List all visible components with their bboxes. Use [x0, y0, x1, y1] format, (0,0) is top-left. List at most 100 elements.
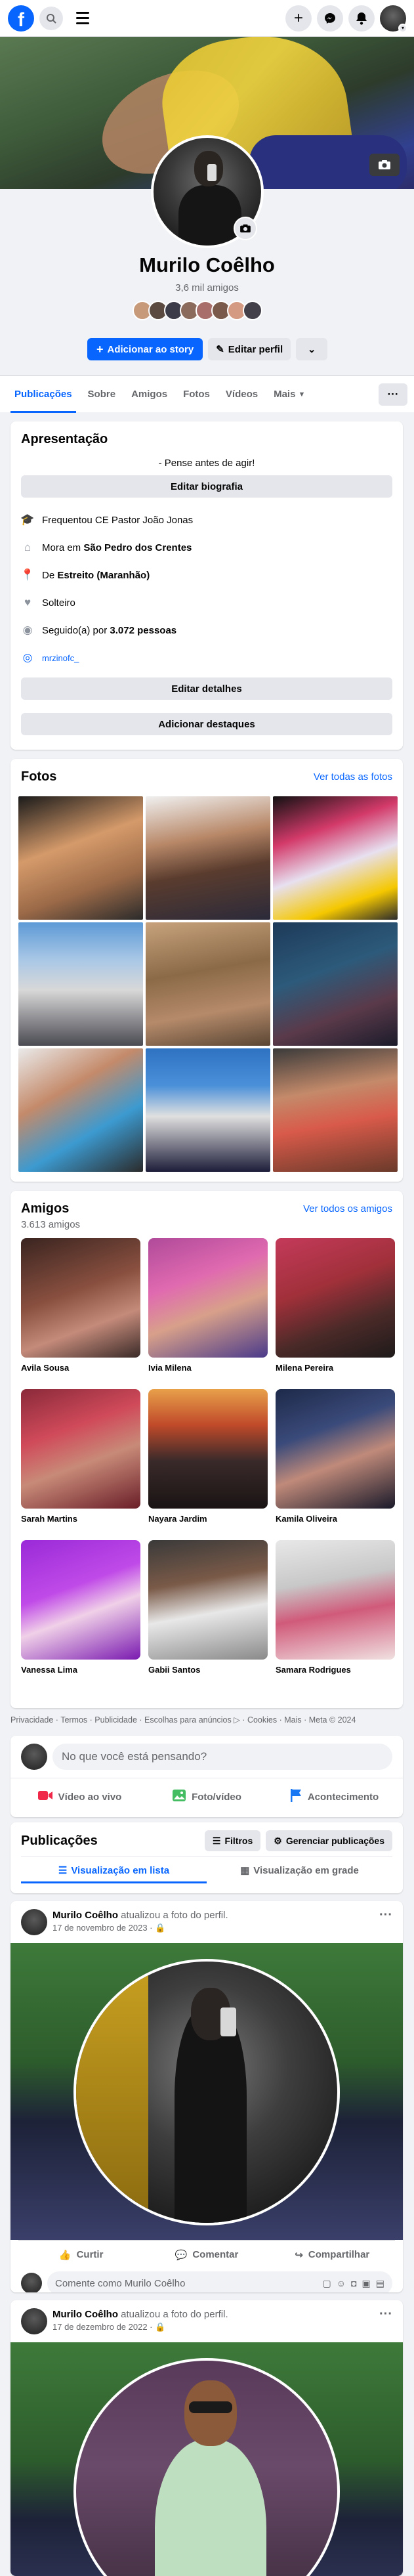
post-date[interactable]: 17 de dezembro de 2022 · 🔒 [52, 2321, 228, 2333]
like-button[interactable]: 👍 Curtir [18, 2241, 144, 2269]
post-options-icon[interactable]: ··· [379, 2308, 392, 2321]
friend-photo[interactable] [276, 1238, 395, 1358]
friend-name[interactable]: Samara Rodrigues [276, 1660, 395, 1691]
add-featured-button[interactable]: Adicionar destaques [21, 713, 392, 735]
create-plus-icon[interactable]: + [285, 5, 312, 32]
photo-thumbnail[interactable] [18, 1048, 143, 1172]
friend-name[interactable]: Kamila Oliveira [276, 1509, 395, 1540]
facebook-logo[interactable]: f [8, 5, 34, 32]
followers-link[interactable]: 3.072 pessoas [110, 625, 176, 636]
friend-tile[interactable]: Vanessa Lima [21, 1540, 140, 1691]
post-author[interactable]: Murilo Coêlho [52, 1910, 118, 1921]
messenger-icon[interactable] [317, 5, 343, 32]
photo-thumbnail[interactable] [146, 796, 270, 920]
friends-count[interactable]: 3,6 mil amigos [0, 282, 414, 293]
friend-tile[interactable]: Sarah Martins [21, 1389, 140, 1540]
photo-thumbnail[interactable] [273, 796, 398, 920]
live-video-button[interactable]: Vídeo ao vivo [16, 1778, 143, 1815]
camera-icon[interactable]: ◘ [351, 2278, 356, 2289]
manage-posts-button[interactable]: ⚙ Gerenciar publicações [266, 1830, 392, 1851]
photo-thumbnail[interactable] [18, 796, 143, 920]
photo-thumbnail[interactable] [273, 1048, 398, 1172]
friend-name[interactable]: Nayara Jardim [148, 1509, 268, 1540]
friend-photo[interactable] [21, 1389, 140, 1509]
edit-profile-button[interactable]: ✎ Editar perfil [208, 338, 291, 360]
grid-view-tab[interactable]: ▦ Visualização em grade [207, 1857, 392, 1883]
bell-icon[interactable] [348, 5, 375, 32]
friend-tile[interactable]: Nayara Jardim [148, 1389, 268, 1540]
avatar[interactable] [21, 1909, 47, 1935]
friend-tile[interactable]: Gabii Santos [148, 1540, 268, 1691]
avatar[interactable] [243, 301, 262, 320]
friend-name[interactable]: Vanessa Lima [21, 1660, 140, 1691]
post-image[interactable] [10, 2342, 403, 2576]
comment-input[interactable]: Comente como Murilo Coêlho ▢ ☺ ◘ ▣ ▤ [47, 2271, 392, 2292]
share-button[interactable]: ↪ Compartilhar [270, 2241, 395, 2269]
menu-icon[interactable] [70, 5, 96, 32]
photo-thumbnail[interactable] [146, 1048, 270, 1172]
see-all-friends-link[interactable]: Ver todos os amigos [303, 1203, 392, 1214]
status-input[interactable]: No que você está pensando? [52, 1744, 392, 1770]
tab-fotos[interactable]: Fotos [175, 376, 218, 413]
tab-mais[interactable]: Mais ▼ [266, 376, 313, 413]
avatar[interactable] [21, 1744, 47, 1770]
tab-videos[interactable]: Vídeos [218, 376, 266, 413]
filters-button[interactable]: ☰ Filtros [204, 1830, 261, 1851]
friend-avatars-row[interactable] [133, 301, 262, 320]
post-image[interactable] [10, 1943, 403, 2240]
friend-name[interactable]: Avila Sousa [21, 1358, 140, 1389]
tab-amigos[interactable]: Amigos [123, 376, 175, 413]
friend-name[interactable]: Sarah Martins [21, 1509, 140, 1540]
friend-photo[interactable] [276, 1389, 395, 1509]
info-text: Solteiro [42, 597, 75, 609]
edit-details-button[interactable]: Editar detalhes [21, 677, 392, 700]
account-avatar[interactable]: ▾ [380, 5, 407, 33]
friend-name[interactable]: Milena Pereira [276, 1358, 395, 1389]
friend-photo[interactable] [148, 1238, 268, 1358]
post-date[interactable]: 17 de novembro de 2023 · 🔒 [52, 1921, 228, 1934]
edit-bio-button[interactable]: Editar biografia [21, 475, 392, 498]
friend-tile[interactable]: Kamila Oliveira [276, 1389, 395, 1540]
post-author[interactable]: Murilo Coêlho [52, 2309, 118, 2320]
tab-sobre[interactable]: Sobre [80, 376, 124, 413]
add-to-story-button[interactable]: + Adicionar ao story [87, 338, 203, 360]
friend-name[interactable]: Gabii Santos [148, 1660, 268, 1691]
list-view-tab[interactable]: ☰ Visualização em lista [21, 1857, 207, 1883]
friend-tile[interactable]: Avila Sousa [21, 1238, 140, 1389]
avatar[interactable] [21, 2273, 42, 2292]
instagram-link[interactable]: mrzinofc_ [42, 653, 79, 663]
friend-photo[interactable] [21, 1540, 140, 1660]
more-tabs-button[interactable]: ··· [379, 383, 407, 406]
avatar[interactable] [21, 2308, 47, 2334]
more-options-button[interactable]: ⌄ [296, 338, 328, 360]
friend-name[interactable]: Ivia Milena [148, 1358, 268, 1389]
sticker-pack-icon[interactable]: ▤ [376, 2278, 384, 2289]
friend-tile[interactable]: Samara Rodrigues [276, 1540, 395, 1691]
info-link[interactable]: São Pedro dos Crentes [83, 542, 192, 553]
friend-photo[interactable] [276, 1540, 395, 1660]
friend-tile[interactable]: Ivia Milena [148, 1238, 268, 1389]
photo-thumbnail[interactable] [146, 922, 270, 1046]
photo-thumbnail[interactable] [273, 922, 398, 1046]
comment-button[interactable]: 💬 Comentar [144, 2241, 269, 2269]
friend-photo[interactable] [148, 1540, 268, 1660]
footer-links[interactable]: Privacidade · Termos · Publicidade · Esc… [10, 1715, 403, 1725]
tab-publicacoes[interactable]: Publicações [7, 376, 80, 413]
life-event-button[interactable]: Acontecimento [270, 1778, 398, 1815]
post-options-icon[interactable]: ··· [379, 1908, 392, 1921]
friend-tile[interactable]: Milena Pereira [276, 1238, 395, 1389]
sticker-icon[interactable]: ▢ [323, 2278, 331, 2289]
friend-photo[interactable] [21, 1238, 140, 1358]
camera-icon[interactable] [369, 154, 400, 176]
pencil-icon: ✎ [216, 344, 224, 355]
info-link[interactable]: Estreito (Maranhão) [57, 570, 150, 581]
see-all-photos-link[interactable]: Ver todas as fotos [314, 771, 392, 783]
photo-video-button[interactable]: Foto/vídeo [143, 1778, 270, 1815]
gif-icon[interactable]: ▣ [362, 2278, 371, 2289]
camera-icon[interactable] [234, 217, 257, 240]
search-icon[interactable] [39, 6, 63, 30]
emoji-icon[interactable]: ☺ [337, 2278, 346, 2289]
friend-photo[interactable] [148, 1389, 268, 1509]
info-text: De [42, 569, 58, 581]
photo-thumbnail[interactable] [18, 922, 143, 1046]
